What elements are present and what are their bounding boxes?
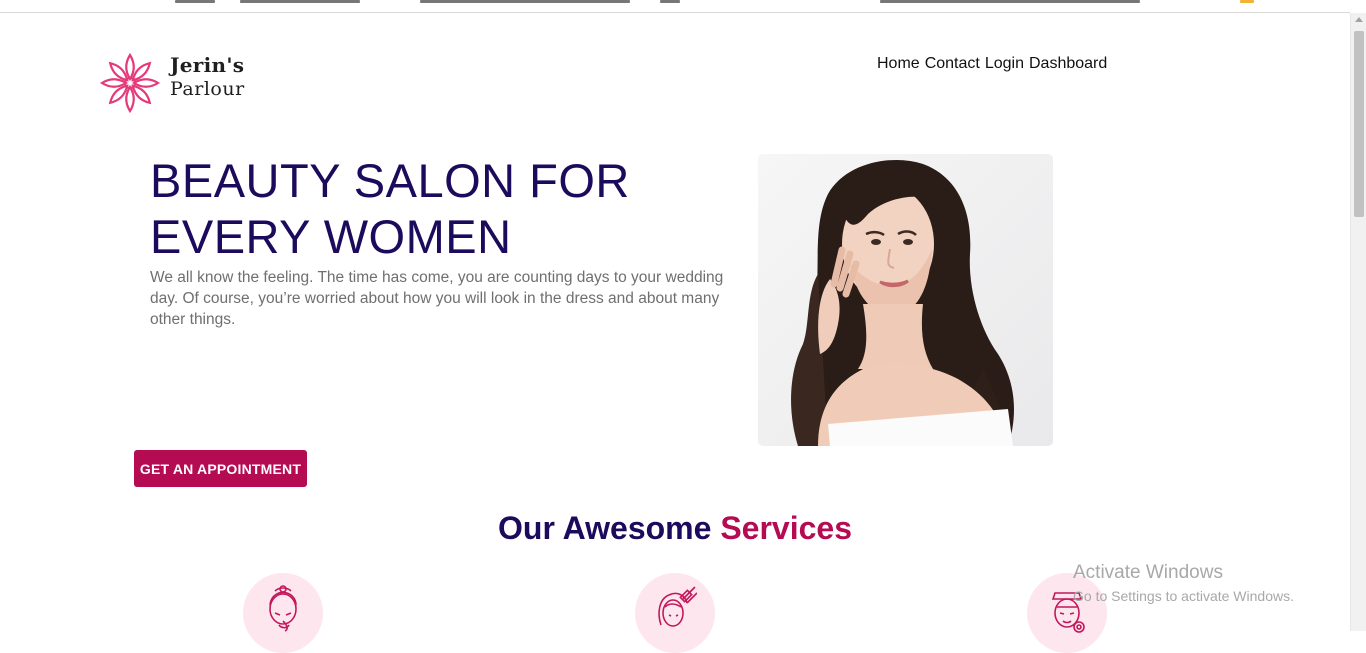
brand-name-line1: Jerin's <box>170 53 245 77</box>
brand-name-line2: Parlour <box>170 78 245 100</box>
hero-title: BEAUTY SALON FOR EVERY WOMEN <box>150 153 710 265</box>
truncated-bookmarks <box>420 0 630 3</box>
nav-dashboard-link[interactable]: Dashboard <box>1029 55 1107 73</box>
truncated-bookmarks <box>1240 0 1254 3</box>
truncated-bookmarks <box>880 0 1140 3</box>
site-logo[interactable]: Jerin's Parlour <box>98 50 268 114</box>
face-care-icon <box>269 585 297 632</box>
watermark-subtitle: Go to Settings to activate Windows. <box>1073 588 1294 604</box>
services-heading-part1: Our Awesome <box>498 510 712 546</box>
scroll-thumb[interactable] <box>1354 31 1364 217</box>
nav-home-link[interactable]: Home <box>877 55 920 73</box>
truncated-bookmarks <box>660 0 680 3</box>
brand-name: Jerin's Parlour <box>170 53 245 101</box>
hero-title-line2: EVERY WOMEN <box>150 210 512 263</box>
service-card-1[interactable] <box>243 573 323 653</box>
windows-activation-watermark: Activate Windows Go to Settings to activ… <box>1073 562 1294 606</box>
truncated-bookmarks <box>175 0 215 3</box>
hero-description: We all know the feeling. The time has co… <box>150 269 724 328</box>
main-nav: Home Contact Login Dashboard <box>877 55 1107 73</box>
hair-coloring-icon <box>658 586 697 627</box>
lotus-flower-icon <box>99 52 161 114</box>
browser-top-strip <box>0 0 1350 13</box>
get-appointment-button[interactable]: GET AN APPOINTMENT <box>134 450 307 487</box>
watermark-title: Activate Windows <box>1073 562 1223 583</box>
hero-title-line1: BEAUTY SALON FOR <box>150 154 630 207</box>
truncated-bookmarks <box>240 0 360 3</box>
services-heading: Our Awesome Services <box>0 510 1350 547</box>
scroll-up-arrow-icon[interactable] <box>1355 17 1363 22</box>
nav-login-link[interactable]: Login <box>985 55 1024 73</box>
service-card-2[interactable] <box>635 573 715 653</box>
page-scrollbar[interactable] <box>1350 13 1366 631</box>
services-heading-part2: Services <box>720 510 852 546</box>
nav-contact-link[interactable]: Contact <box>925 55 980 73</box>
woman-portrait-image <box>758 154 1053 446</box>
